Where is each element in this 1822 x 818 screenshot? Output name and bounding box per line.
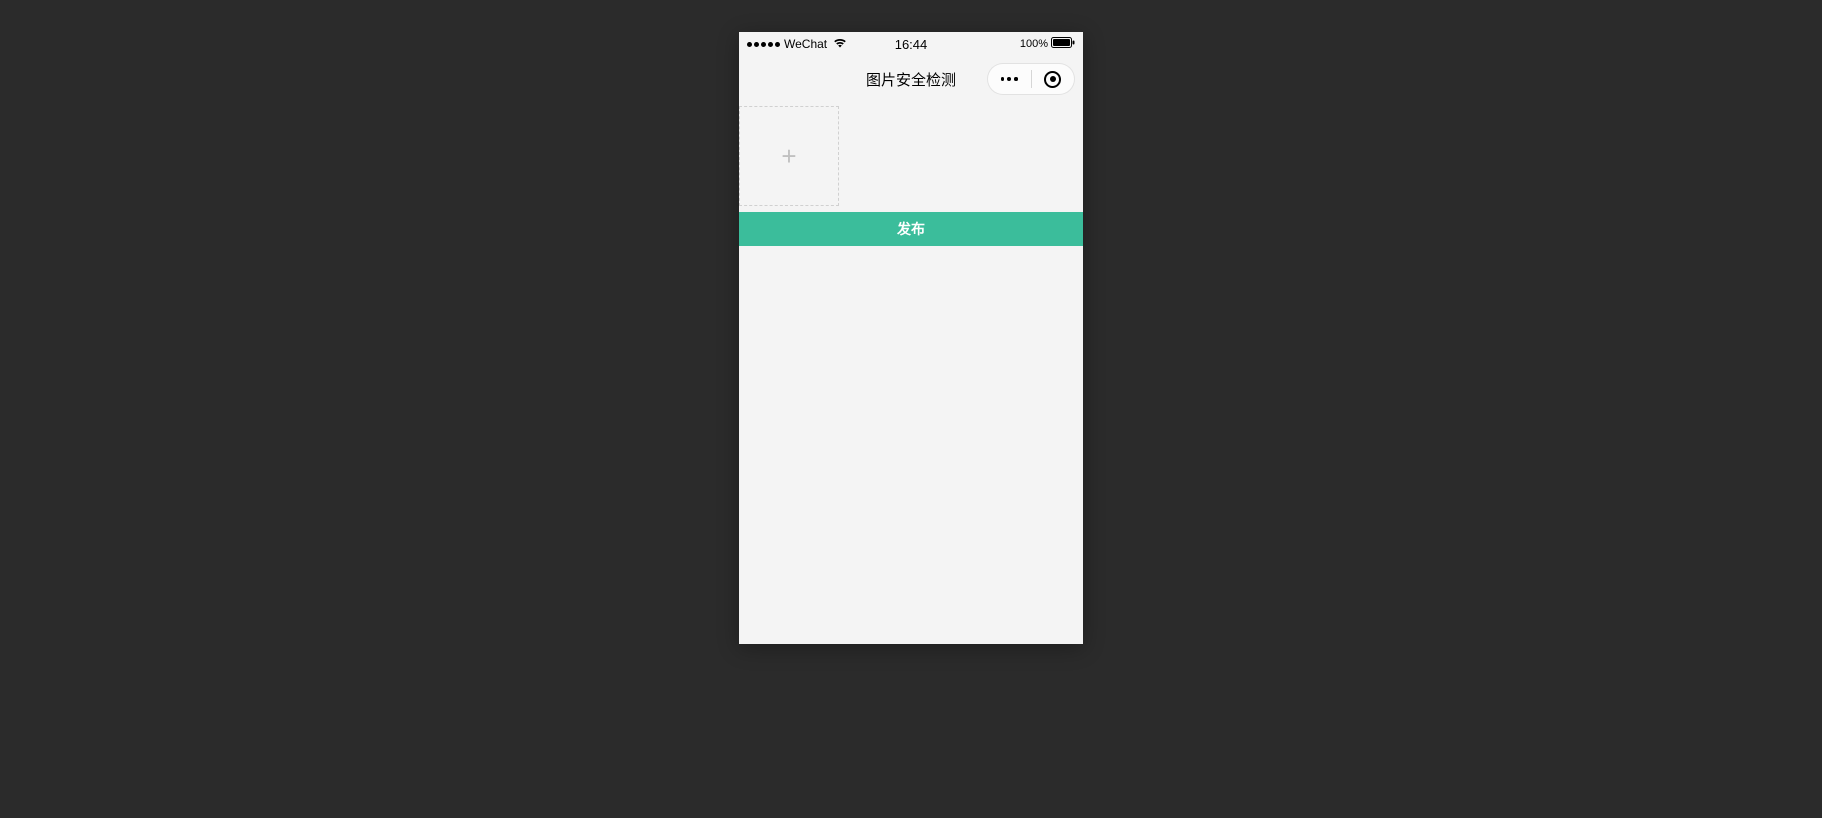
status-bar: WeChat 16:44 100%: [739, 32, 1083, 56]
upload-area: +: [739, 106, 1083, 206]
target-icon: [1044, 71, 1061, 88]
status-left: WeChat: [747, 37, 847, 51]
wifi-icon: [833, 37, 847, 51]
plus-icon: +: [781, 143, 796, 169]
close-button[interactable]: [1032, 64, 1075, 94]
battery-icon: [1051, 37, 1075, 51]
capsule-button-group: [987, 63, 1075, 95]
page-title: 图片安全检测: [866, 69, 956, 90]
more-icon: [1001, 77, 1018, 81]
status-time: 16:44: [895, 37, 928, 52]
phone-frame: WeChat 16:44 100% 图片安全检测: [739, 32, 1083, 644]
publish-button-label: 发布: [897, 219, 925, 239]
publish-button[interactable]: 发布: [739, 212, 1083, 246]
carrier-label: WeChat: [784, 37, 827, 51]
nav-bar: 图片安全检测: [739, 56, 1083, 102]
signal-dots-icon: [747, 42, 780, 47]
content-area: + 发布: [739, 102, 1083, 644]
more-button[interactable]: [988, 64, 1031, 94]
add-image-button[interactable]: +: [739, 106, 839, 206]
status-right: 100%: [1020, 37, 1075, 51]
battery-percent: 100%: [1020, 38, 1048, 50]
